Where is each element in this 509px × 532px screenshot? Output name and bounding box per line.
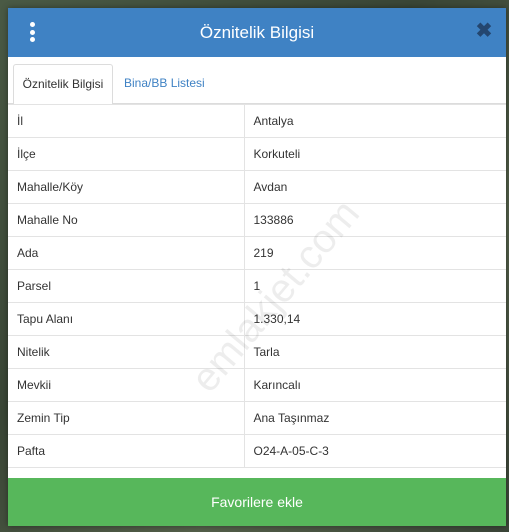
table-row: Tapu Alanı 1.330,14 <box>8 302 506 336</box>
table-row: İl Antalya <box>8 104 506 138</box>
row-value: Antalya <box>243 104 506 138</box>
row-label: Pafta <box>8 434 245 468</box>
row-label: Mevkii <box>8 368 245 402</box>
tab-bar: Öznitelik Bilgisi Bina/BB Listesi <box>8 57 506 105</box>
row-label: Tapu Alanı <box>8 302 245 336</box>
dialog-header: Öznitelik Bilgisi ✖ <box>8 8 506 57</box>
row-value: Ana Taşınmaz <box>243 401 506 435</box>
table-row: Mahalle/Köy Avdan <box>8 170 506 204</box>
add-to-favorites-button[interactable]: Favorilere ekle <box>8 478 506 526</box>
attribute-table: İl Antalya İlçe Korkuteli Mahalle/Köy Avdan… <box>8 104 506 468</box>
row-value: 219 <box>243 236 506 270</box>
row-label: Parsel <box>8 269 245 303</box>
table-row: Pafta O24-A-05-C-3 <box>8 434 506 468</box>
row-value: 133886 <box>243 203 506 237</box>
row-value: Korkuteli <box>243 137 506 171</box>
dialog-title: Öznitelik Bilgisi <box>199 23 315 42</box>
row-value: 1 <box>243 269 506 303</box>
row-value: O24-A-05-C-3 <box>243 434 506 468</box>
tab-building-list[interactable]: Bina/BB Listesi <box>124 64 205 102</box>
row-value: Tarla <box>243 335 506 369</box>
table-row: Ada 219 <box>8 236 506 270</box>
row-label: Zemin Tip <box>8 401 245 435</box>
row-value: Karıncalı <box>243 368 506 402</box>
attribute-info-dialog: Öznitelik Bilgisi ✖ Öznitelik Bilgisi Bi… <box>8 8 506 526</box>
row-label: İl <box>8 104 245 138</box>
table-row: Nitelik Tarla <box>8 335 506 369</box>
table-row: Parsel 1 <box>8 269 506 303</box>
tab-attribute-info[interactable]: Öznitelik Bilgisi <box>13 64 113 105</box>
attribute-table-wrapper: İl Antalya İlçe Korkuteli Mahalle/Köy Avdan… <box>8 104 506 468</box>
row-value: Avdan <box>243 170 506 204</box>
close-icon[interactable]: ✖ <box>474 21 494 41</box>
row-label: İlçe <box>8 137 245 171</box>
table-row: Zemin Tip Ana Taşınmaz <box>8 401 506 435</box>
row-label: Mahalle/Köy <box>8 170 245 204</box>
row-label: Mahalle No <box>8 203 245 237</box>
row-value: 1.330,14 <box>243 302 506 336</box>
table-row: İlçe Korkuteli <box>8 137 506 171</box>
row-label: Ada <box>8 236 245 270</box>
table-row: Mevkii Karıncalı <box>8 368 506 402</box>
table-row: Mahalle No 133886 <box>8 203 506 237</box>
row-label: Nitelik <box>8 335 245 369</box>
